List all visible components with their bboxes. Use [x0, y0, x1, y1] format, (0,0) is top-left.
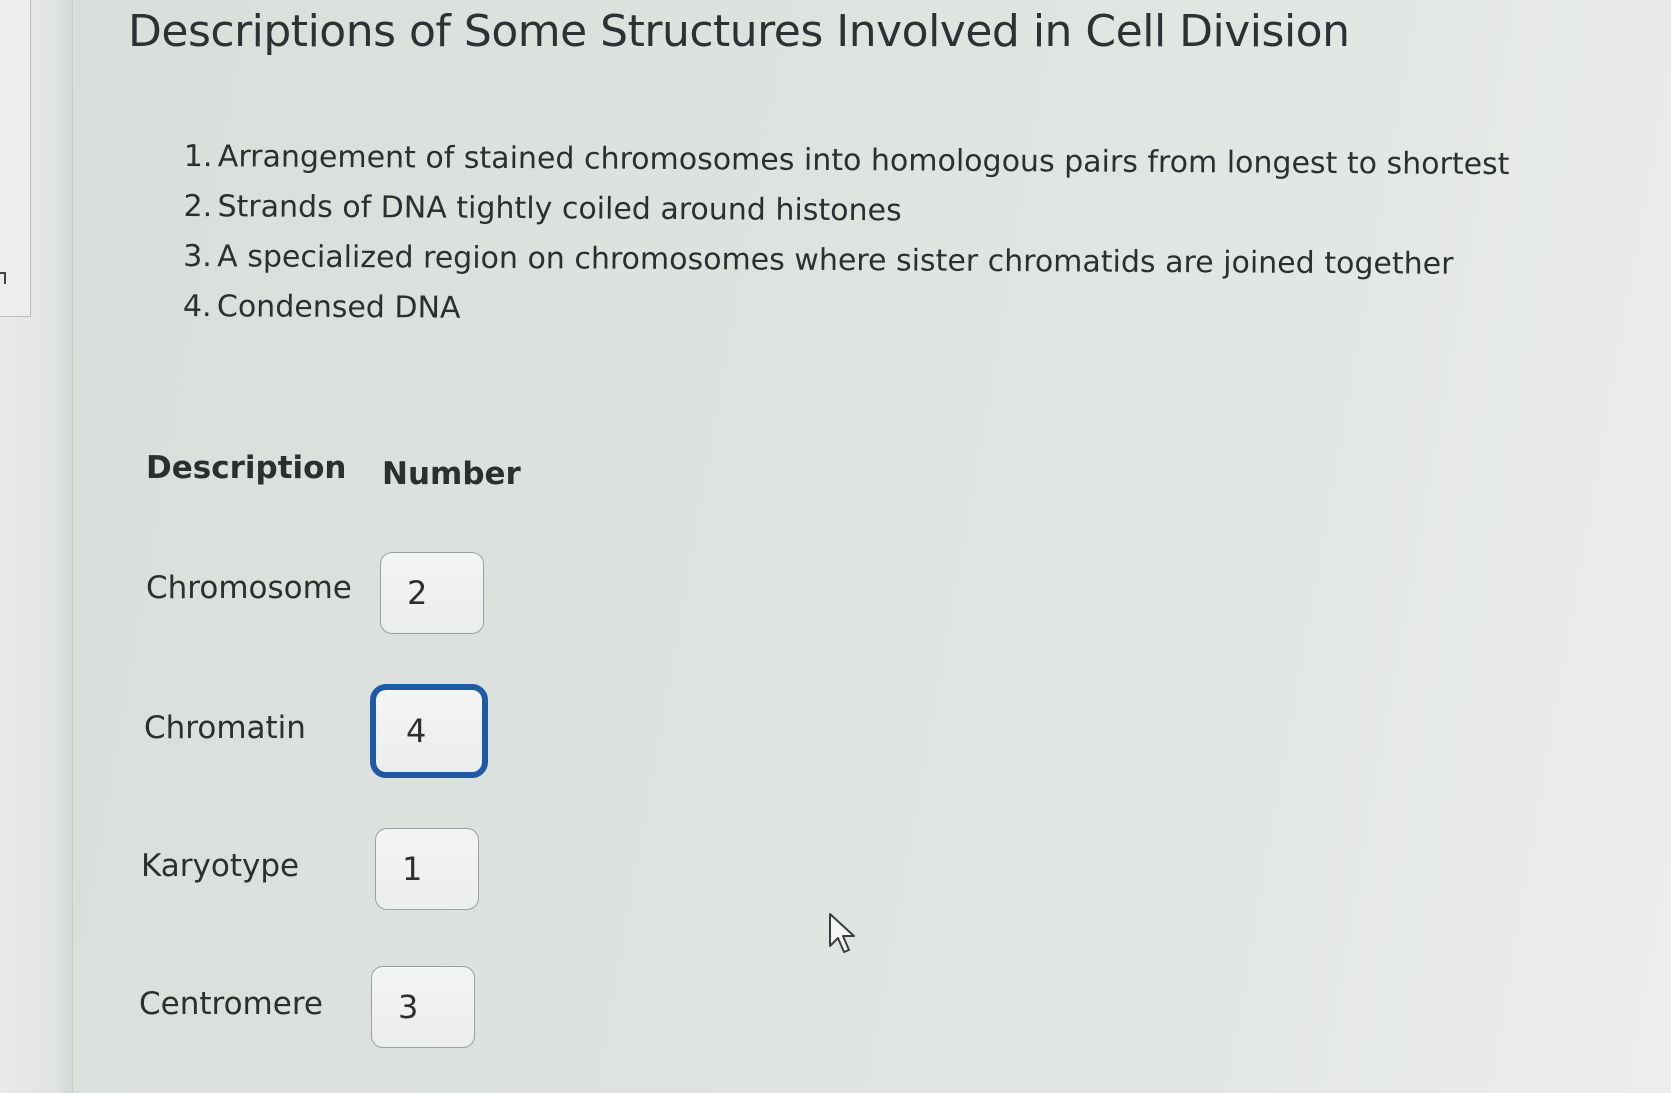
description-number: 1. [183, 138, 213, 175]
chromatin-number-input[interactable] [370, 684, 488, 778]
description-item: 1. Arrangement of stained chromosomes int… [184, 132, 1510, 190]
description-item: 3. A specialized region on chromosomes wh… [183, 232, 1509, 290]
description-text: A specialized region on chromosomes wher… [217, 239, 1454, 282]
karyotype-number-input[interactable] [375, 828, 479, 910]
description-column-header: Description [146, 450, 347, 486]
page-title: Descriptions of Some Structures Involved… [128, 6, 1350, 57]
description-text: Condensed DNA [216, 289, 461, 326]
description-number: 3. [183, 238, 212, 275]
description-number: 2. [183, 188, 213, 225]
description-text: Strands of DNA tightly coiled around his… [217, 189, 902, 229]
mouse-pointer-icon [829, 913, 855, 953]
description-item: 2. Strands of DNA tightly coiled around h… [183, 182, 1509, 240]
centromere-number-input[interactable] [371, 966, 475, 1048]
row-label-chromosome: Chromosome [146, 570, 352, 606]
chromosome-number-input[interactable] [380, 552, 484, 634]
row-label-karyotype: Karyotype [141, 848, 300, 884]
description-list: 1. Arrangement of stained chromosomes int… [183, 132, 1510, 340]
number-column-header: Number [382, 456, 521, 492]
description-number: 4. [182, 288, 212, 325]
side-panel-tab[interactable] [0, 0, 31, 317]
side-panel-handle-icon [0, 272, 6, 284]
row-label-chromatin: Chromatin [144, 710, 306, 746]
description-text: Arrangement of stained chromosomes into … [217, 139, 1510, 183]
row-label-centromere: Centromere [139, 986, 323, 1022]
description-item: 4. Condensed DNA [183, 282, 1509, 340]
